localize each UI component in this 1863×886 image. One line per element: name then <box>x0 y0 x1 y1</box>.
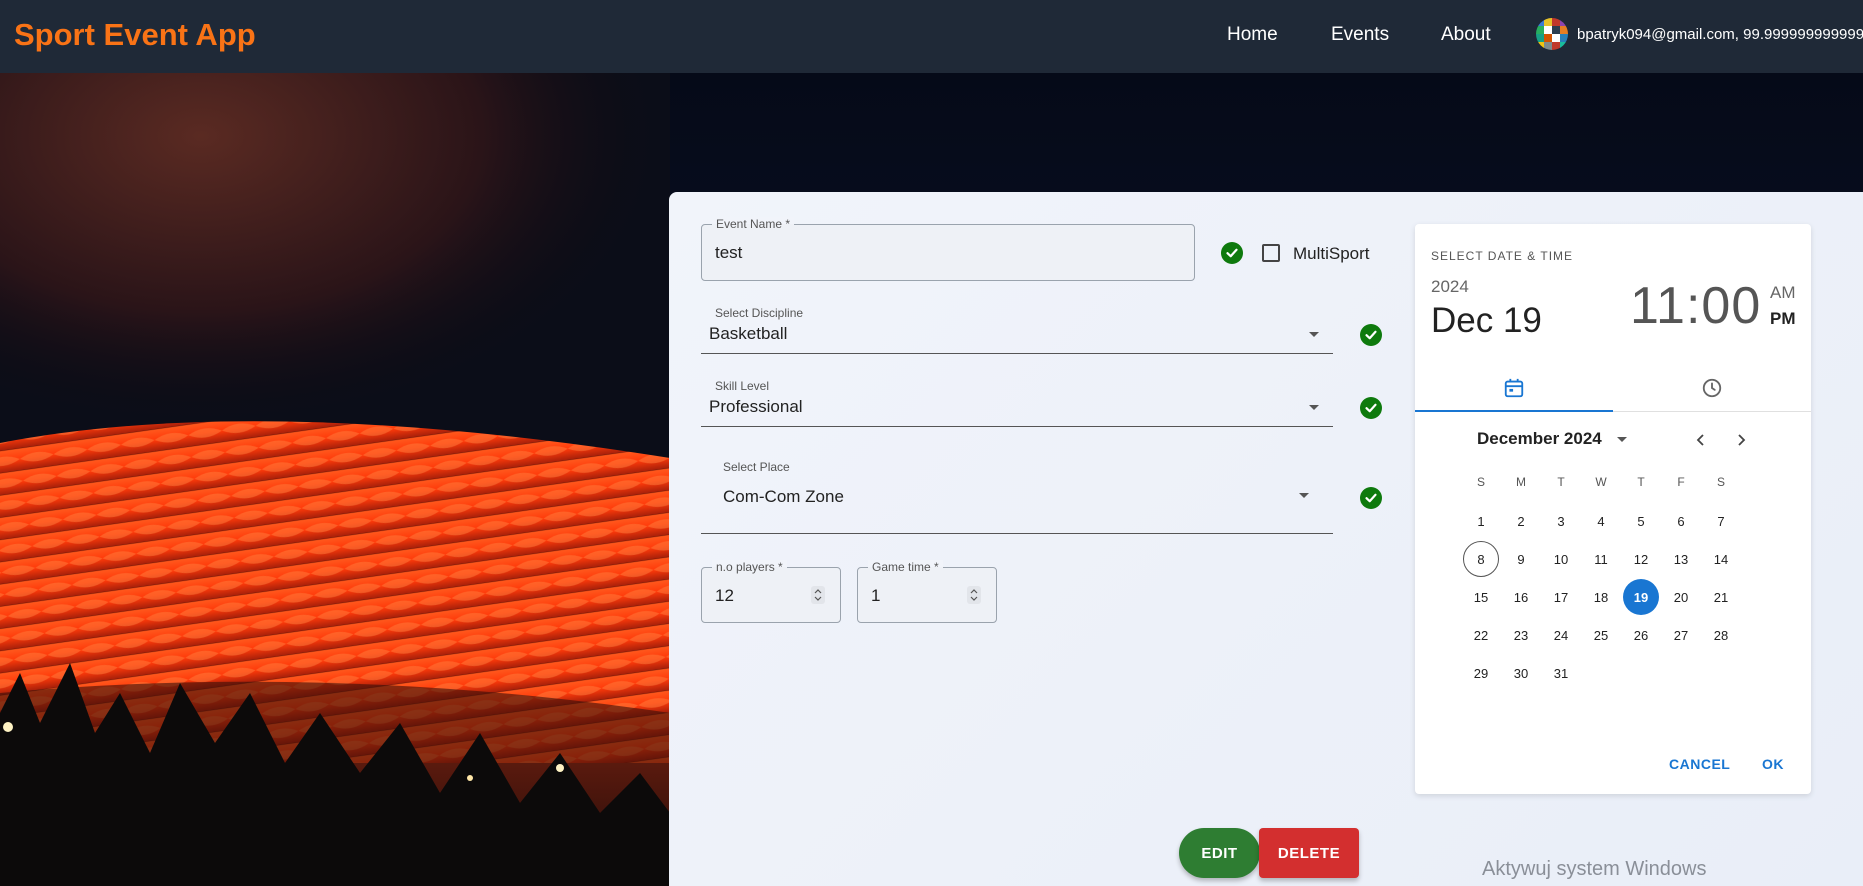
calendar-day[interactable]: 24 <box>1543 617 1579 653</box>
discipline-dropdown-icon <box>1309 332 1319 337</box>
next-month-button[interactable] <box>1730 429 1752 451</box>
skill-level-select[interactable]: Skill Level Professional <box>701 377 1333 427</box>
calendar-day[interactable]: 22 <box>1463 617 1499 653</box>
weekday-label: S <box>1716 475 1725 489</box>
user-info: bpatryk094@gmail.com, 99.999999999999999 <box>1577 26 1863 43</box>
edit-button[interactable]: EDIT <box>1179 828 1260 878</box>
skill-level-dropdown-icon <box>1309 405 1319 410</box>
calendar-day[interactable]: 20 <box>1663 579 1699 615</box>
players-value: 12 <box>715 586 734 605</box>
date-time-picker: SELECT DATE & TIME 2024 Dec 19 11:00 AM … <box>1415 224 1811 794</box>
nav-home[interactable]: Home <box>1227 24 1278 46</box>
calendar-day[interactable]: 11 <box>1583 541 1619 577</box>
calendar-day[interactable]: 28 <box>1703 617 1739 653</box>
players-label: n.o players * <box>712 560 787 574</box>
discipline-value: Basketball <box>709 324 788 343</box>
picker-cancel-button[interactable]: CANCEL <box>1669 756 1730 772</box>
tab-indicator <box>1415 410 1613 412</box>
brand-title[interactable]: Sport Event App <box>14 17 256 53</box>
game-time-input[interactable]: Game time * 1 <box>857 560 997 623</box>
calendar-day[interactable]: 31 <box>1543 655 1579 691</box>
place-valid-icon <box>1360 487 1382 509</box>
discipline-valid-icon <box>1360 324 1382 346</box>
weekday-label: S <box>1476 475 1485 489</box>
chevron-down-icon[interactable] <box>1617 437 1627 442</box>
avatar[interactable] <box>1536 18 1568 50</box>
calendar-day[interactable]: 4 <box>1583 503 1619 539</box>
game-time-spinner[interactable] <box>967 586 981 604</box>
picker-year[interactable]: 2024 <box>1431 277 1469 297</box>
calendar-day[interactable]: 18 <box>1583 579 1619 615</box>
nav-about[interactable]: About <box>1441 24 1491 46</box>
calendar-day[interactable]: 29 <box>1463 655 1499 691</box>
game-time-label: Game time * <box>868 560 943 574</box>
stadium-illustration <box>0 73 670 886</box>
calendar-day[interactable]: 14 <box>1703 541 1739 577</box>
place-value: Com-Com Zone <box>723 487 844 506</box>
players-spinner[interactable] <box>811 586 825 604</box>
calendar-icon <box>1504 378 1524 398</box>
chevron-left-icon <box>1696 434 1704 446</box>
chevron-right-icon <box>1738 434 1746 446</box>
calendar-day[interactable]: 16 <box>1503 579 1539 615</box>
calendar-day[interactable]: 26 <box>1623 617 1659 653</box>
calendar-day[interactable]: 27 <box>1663 617 1699 653</box>
day-selected[interactable]: 19 <box>1623 579 1659 615</box>
calendar-day[interactable]: 23 <box>1503 617 1539 653</box>
calendar-day[interactable]: 3 <box>1543 503 1579 539</box>
calendar-day[interactable]: 6 <box>1663 503 1699 539</box>
month-year-label[interactable]: December 2024 <box>1477 429 1602 449</box>
players-input[interactable]: n.o players * 12 <box>701 560 841 623</box>
place-dropdown-icon <box>1299 493 1309 498</box>
tab-clock[interactable] <box>1613 364 1811 412</box>
weekday-label: T <box>1637 475 1645 489</box>
weekday-label: F <box>1677 475 1685 489</box>
picker-date[interactable]: Dec 19 <box>1431 301 1542 341</box>
calendar-day[interactable]: 1 <box>1463 503 1499 539</box>
calendar-day[interactable]: 15 <box>1463 579 1499 615</box>
delete-button[interactable]: DELETE <box>1259 828 1359 878</box>
picker-tabs <box>1415 364 1811 412</box>
nav-events[interactable]: Events <box>1331 24 1389 46</box>
clock-icon <box>1702 378 1722 398</box>
prev-month-button[interactable] <box>1690 429 1712 451</box>
event-name-valid-icon <box>1221 242 1243 264</box>
calendar-day[interactable]: 25 <box>1583 617 1619 653</box>
multisport-checkbox[interactable] <box>1262 244 1280 262</box>
skill-level-valid-icon <box>1360 397 1382 419</box>
event-name-field[interactable]: Event Name * test <box>701 217 1195 281</box>
event-name-value: test <box>715 243 743 262</box>
event-name-label: Event Name * <box>712 217 795 231</box>
picker-time[interactable]: 11:00 <box>1630 276 1761 336</box>
weekday-label: T <box>1557 475 1565 489</box>
skill-level-value: Professional <box>709 397 803 416</box>
calendar-day[interactable]: 8 <box>1463 541 1499 577</box>
calendar-day[interactable]: 21 <box>1703 579 1739 615</box>
skill-level-label: Skill Level <box>715 379 770 393</box>
calendar-day[interactable]: 30 <box>1503 655 1539 691</box>
calendar-day[interactable]: 17 <box>1543 579 1579 615</box>
calendar-day[interactable]: 2 <box>1503 503 1539 539</box>
discipline-select[interactable]: Select Discipline Basketball <box>701 304 1333 354</box>
picker-ok-button[interactable]: OK <box>1762 756 1784 772</box>
place-select[interactable]: Select Place Com-Com Zone <box>701 456 1333 534</box>
weekday-label: M <box>1516 475 1526 489</box>
place-label: Select Place <box>723 460 790 474</box>
discipline-label: Select Discipline <box>715 306 804 320</box>
calendar-day[interactable]: 12 <box>1623 541 1659 577</box>
picker-title: SELECT DATE & TIME <box>1431 249 1574 263</box>
am-toggle[interactable]: AM <box>1770 283 1796 303</box>
multisport-label: MultiSport <box>1293 244 1370 263</box>
tab-calendar[interactable] <box>1415 364 1613 412</box>
windows-activation-watermark: Aktywuj system Windows <box>1482 858 1707 880</box>
weekday-label: W <box>1595 475 1607 489</box>
pm-toggle[interactable]: PM <box>1770 309 1796 329</box>
game-time-value: 1 <box>871 586 881 605</box>
calendar-day[interactable]: 10 <box>1543 541 1579 577</box>
calendar-day[interactable]: 5 <box>1623 503 1659 539</box>
navbar: Sport Event App Home Events About bpatry… <box>0 0 1863 73</box>
calendar-day[interactable]: 13 <box>1663 541 1699 577</box>
calendar-day[interactable]: 9 <box>1503 541 1539 577</box>
calendar-day[interactable]: 7 <box>1703 503 1739 539</box>
